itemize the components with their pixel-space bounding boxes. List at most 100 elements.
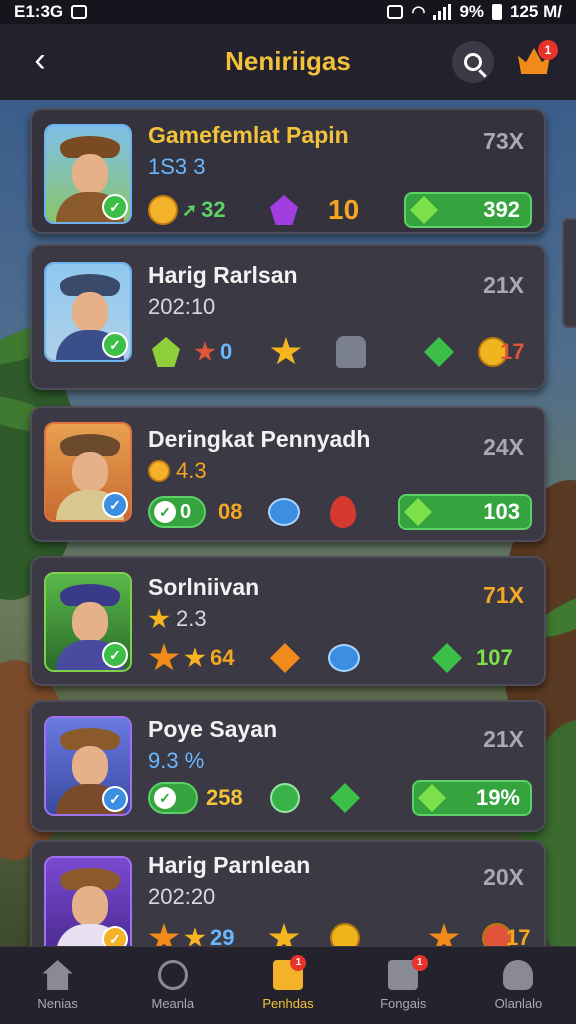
- avatar: ✓: [44, 422, 132, 522]
- status-pill: ✓ 0: [148, 496, 206, 528]
- status-pill: ✓: [148, 782, 198, 814]
- score-value: 19%: [475, 785, 520, 810]
- player-name: Poye Sayan: [148, 716, 278, 742]
- nav-item-home[interactable]: Nenias: [0, 947, 115, 1024]
- wifi-icon: ◠: [411, 4, 426, 21]
- list-item[interactable]: ✓ Harig Parnlean 202:20 20X 29 17: [30, 840, 546, 946]
- green-gem-icon: [418, 784, 446, 812]
- multiplier: 21X: [483, 726, 524, 752]
- status-bar: E1:3G ◠ 9% 125 M/: [0, 0, 576, 24]
- list-item[interactable]: ✓ Harig Rarlsan 202:10 21X 0 17: [30, 244, 546, 390]
- status-time: E1:3G: [14, 2, 64, 21]
- star-icon: [148, 643, 180, 671]
- score-bar: 392: [404, 192, 532, 228]
- coin-icon: ✓: [102, 926, 128, 946]
- notification-badge: 1: [538, 40, 558, 60]
- red-drop-icon: [330, 496, 356, 528]
- search-button[interactable]: [452, 41, 494, 83]
- arrow-icon: ➚: [182, 199, 198, 220]
- green-gem-icon: [432, 643, 462, 673]
- notification-badge: 1: [290, 955, 307, 971]
- list-item[interactable]: ✓ Gamefemlat Papin 1S3 3 73X ➚ 32 10 392: [30, 108, 546, 234]
- green-orb-icon: [270, 783, 300, 813]
- back-button[interactable]: ‹: [22, 40, 58, 80]
- bottom-nav: Nenias Meanla 1 Penhdas 1 Fongais Olanla…: [0, 946, 576, 1024]
- check-icon: ✓: [102, 194, 128, 220]
- side-panel-edge: [562, 218, 576, 328]
- multiplier: 73X: [483, 128, 524, 154]
- star-icon: [148, 923, 180, 946]
- nav-item-profile[interactable]: Olanlalo: [461, 947, 576, 1024]
- player-name: Gamefemlat Papin: [148, 122, 349, 148]
- check-icon: ✓: [154, 501, 176, 523]
- battery-icon: [492, 4, 503, 20]
- orange-gem-icon: [270, 643, 300, 673]
- notification-badge: 1: [411, 955, 428, 971]
- star-icon: [184, 927, 206, 946]
- blue-orb-icon: [328, 644, 360, 672]
- crown-button[interactable]: 1: [514, 40, 558, 80]
- nav-label: Olanlalo: [494, 996, 543, 1011]
- player-name: Harig Parnlean: [148, 852, 311, 878]
- avatar: ✓: [44, 572, 132, 672]
- item-value: 10: [328, 194, 360, 225]
- check-icon: ✓: [102, 332, 128, 358]
- green-gem-icon: [330, 783, 360, 813]
- timer-icon: [157, 960, 188, 990]
- purple-gem-icon: [270, 195, 298, 225]
- player-stat: 9.3 %: [148, 748, 205, 773]
- nav-item-chest[interactable]: 1 Fongais: [346, 947, 461, 1024]
- nav-item-missions[interactable]: 1 Penhdas: [230, 947, 345, 1024]
- player-list: ✓ Gamefemlat Papin 1S3 3 73X ➚ 32 10 392…: [0, 100, 576, 946]
- item-value: 32: [201, 197, 226, 222]
- avatar: ✓: [44, 856, 132, 946]
- list-item[interactable]: ✓ Deringkat Pennyadh 4.3 24X ✓ 0 08 103: [30, 406, 546, 542]
- shield-icon: ✓: [102, 786, 128, 812]
- shield-icon: ✓: [102, 492, 128, 518]
- coin-bag-icon: [330, 923, 360, 946]
- battery-percent: 9%: [459, 2, 485, 21]
- list-item[interactable]: ✓ Sorlniivan 2.3 71X 64 107: [30, 556, 546, 686]
- player-stat-value: 2.3: [176, 606, 207, 631]
- home-icon: [42, 960, 73, 990]
- green-gem-icon: [410, 196, 438, 224]
- score-value: 392: [483, 197, 520, 222]
- coin-icon: [148, 460, 170, 482]
- check-icon: ✓: [154, 787, 176, 809]
- item-value: 0: [220, 339, 233, 364]
- search-icon: [464, 53, 482, 71]
- multiplier: 71X: [483, 582, 524, 608]
- item-value: 107: [476, 645, 513, 670]
- nav-label: Nenias: [37, 996, 78, 1011]
- player-name: Sorlniivan: [148, 574, 260, 600]
- check-icon: ✓: [102, 642, 128, 668]
- player-name: Harig Rarlsan: [148, 262, 298, 288]
- star-icon: [184, 647, 206, 668]
- item-value: 17: [506, 925, 531, 946]
- green-gem-icon: [404, 498, 432, 526]
- avatar: ✓: [44, 262, 132, 362]
- star-icon: [194, 341, 216, 362]
- purple-gem-icon: [152, 337, 180, 367]
- avatar: ✓: [44, 124, 132, 224]
- knight-icon: [336, 336, 366, 368]
- nav-item-timer[interactable]: Meanla: [115, 947, 230, 1024]
- notification-icon: [71, 5, 88, 19]
- list-item[interactable]: ✓ Poye Sayan 9.3 % 21X ✓ 258 19%: [30, 700, 546, 832]
- nav-label: Fongais: [380, 996, 427, 1011]
- multiplier: 20X: [483, 864, 524, 890]
- signal-icon: [433, 4, 452, 20]
- nav-label: Penhdas: [262, 996, 314, 1011]
- score-bar: 103: [398, 494, 532, 530]
- star-icon: [268, 923, 300, 946]
- nav-label: Meanla: [151, 996, 195, 1011]
- profile-icon: [503, 960, 534, 990]
- item-value: 08: [218, 499, 243, 524]
- player-stat: 202:10: [148, 294, 216, 319]
- score-bar: 19%: [412, 780, 532, 816]
- coin-icon: [148, 195, 178, 225]
- star-icon: [428, 923, 460, 946]
- item-value: 29: [210, 925, 235, 946]
- item-value: 64: [210, 645, 235, 670]
- item-value: 17: [500, 339, 525, 364]
